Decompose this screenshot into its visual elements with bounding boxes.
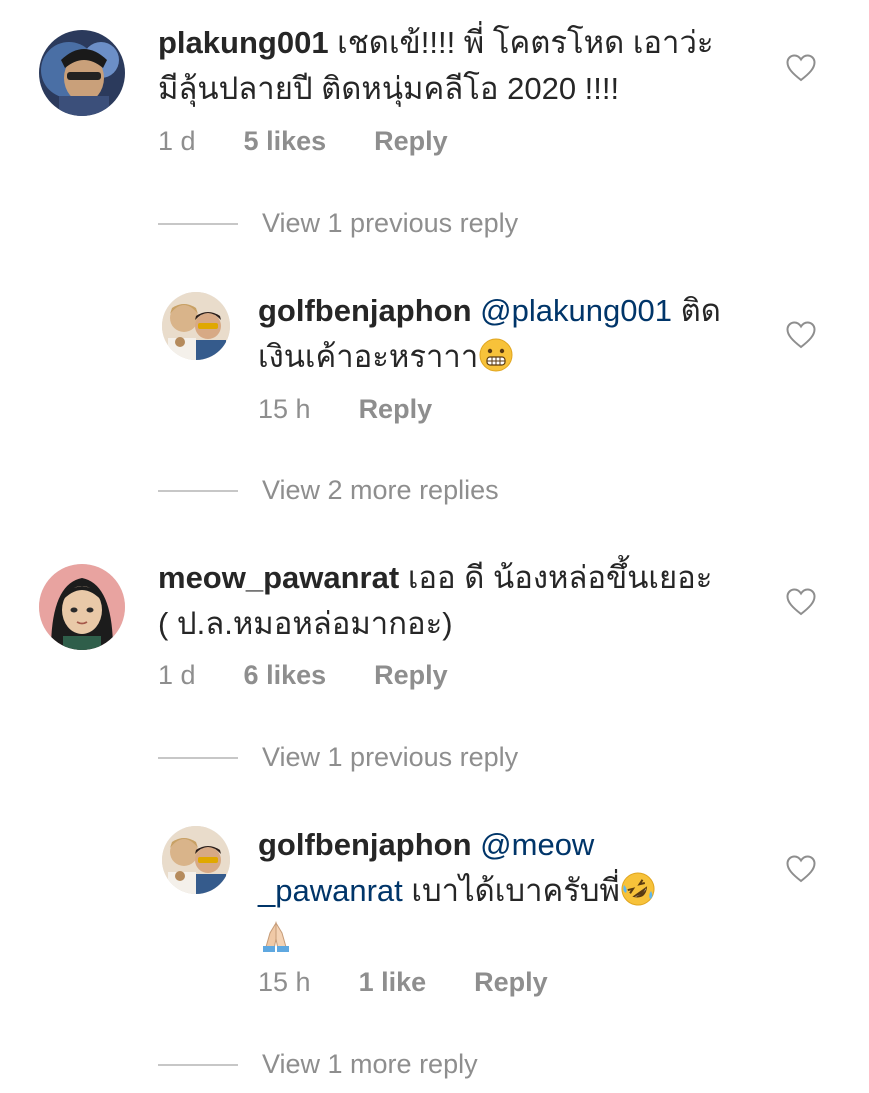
view-replies-label: View 1 previous reply [262, 742, 519, 772]
comment-body-line2: มีลุ้นปลายปี ติดหนุ่มคลีโอ 2020 !!!! [158, 71, 620, 106]
avatar[interactable] [162, 826, 230, 894]
comment-body-line2: เงินเค้าอะหราาา [258, 339, 479, 374]
comment-meta: 15 h 1 like Reply [258, 967, 548, 998]
mention-link[interactable]: @meow [480, 827, 594, 862]
comment-username[interactable]: plakung001 [158, 25, 329, 60]
comment-username[interactable]: golfbenjaphon [258, 827, 472, 862]
comment-body: เชดเข้!!!! พี่ โคตรโหด เอาว่ะ [328, 25, 714, 60]
rolling-on-floor-laughing-emoji-icon [620, 871, 656, 907]
like-heart-icon[interactable] [786, 588, 816, 616]
reply-button[interactable]: Reply [374, 126, 448, 157]
comment-meta: 15 h Reply [258, 394, 432, 425]
divider-line [158, 756, 238, 759]
timestamp: 15 h [258, 394, 311, 424]
reply-text: golfbenjaphon @plakung001 ติด เงินเค้าอะ… [258, 288, 721, 380]
likes-count[interactable]: 5 likes [244, 126, 327, 157]
reply-text: golfbenjaphon @meow _pawanrat เบาได้เบาค… [258, 822, 656, 960]
comment-text: meow_pawanrat เออ ดี น้องหล่อขึ้นเยอะ ( … [158, 555, 712, 647]
grimacing-face-emoji-icon [478, 337, 514, 373]
timestamp: 15 h [258, 967, 311, 997]
comment-username[interactable]: golfbenjaphon [258, 293, 472, 328]
comment-meta: 1 d 5 likes Reply [158, 126, 448, 157]
comment-text: plakung001 เชดเข้!!!! พี่ โคตรโหด เอาว่ะ… [158, 20, 714, 112]
divider-line [158, 1063, 238, 1066]
like-heart-icon[interactable] [786, 54, 816, 82]
comment-body-line2: ( ป.ล.หมอหล่อมากอะ) [158, 606, 453, 641]
avatar[interactable] [162, 292, 230, 360]
avatar[interactable] [39, 564, 125, 650]
divider-line [158, 222, 238, 225]
mention-link[interactable]: @plakung001 [480, 293, 672, 328]
comment-username[interactable]: meow_pawanrat [158, 560, 399, 595]
comment-body: ติด [671, 293, 721, 328]
view-replies-label: View 1 more reply [262, 1049, 478, 1079]
timestamp: 1 d [158, 660, 196, 690]
comment-body: เบาได้เบาครับพี่ [402, 873, 620, 908]
reply-button[interactable]: Reply [374, 660, 448, 691]
reply-button[interactable]: Reply [474, 967, 548, 998]
likes-count[interactable]: 1 like [359, 967, 427, 998]
view-replies-button[interactable]: View 1 previous reply [158, 208, 518, 239]
like-heart-icon[interactable] [786, 321, 816, 349]
divider-line [158, 489, 238, 492]
timestamp: 1 d [158, 126, 196, 156]
like-heart-icon[interactable] [786, 855, 816, 883]
view-replies-button[interactable]: View 1 more reply [158, 1049, 478, 1080]
mention-link-continued[interactable]: _pawanrat [258, 873, 403, 908]
folded-hands-emoji-icon [258, 917, 294, 953]
comment-body: เออ ดี น้องหล่อขึ้นเยอะ [399, 560, 713, 595]
view-replies-button[interactable]: View 2 more replies [158, 475, 499, 506]
reply-button[interactable]: Reply [359, 394, 433, 425]
comment-meta: 1 d 6 likes Reply [158, 660, 448, 691]
likes-count[interactable]: 6 likes [244, 660, 327, 691]
view-replies-label: View 1 previous reply [262, 208, 519, 238]
view-replies-button[interactable]: View 1 previous reply [158, 742, 518, 773]
view-replies-label: View 2 more replies [262, 475, 499, 505]
avatar[interactable] [39, 30, 125, 116]
